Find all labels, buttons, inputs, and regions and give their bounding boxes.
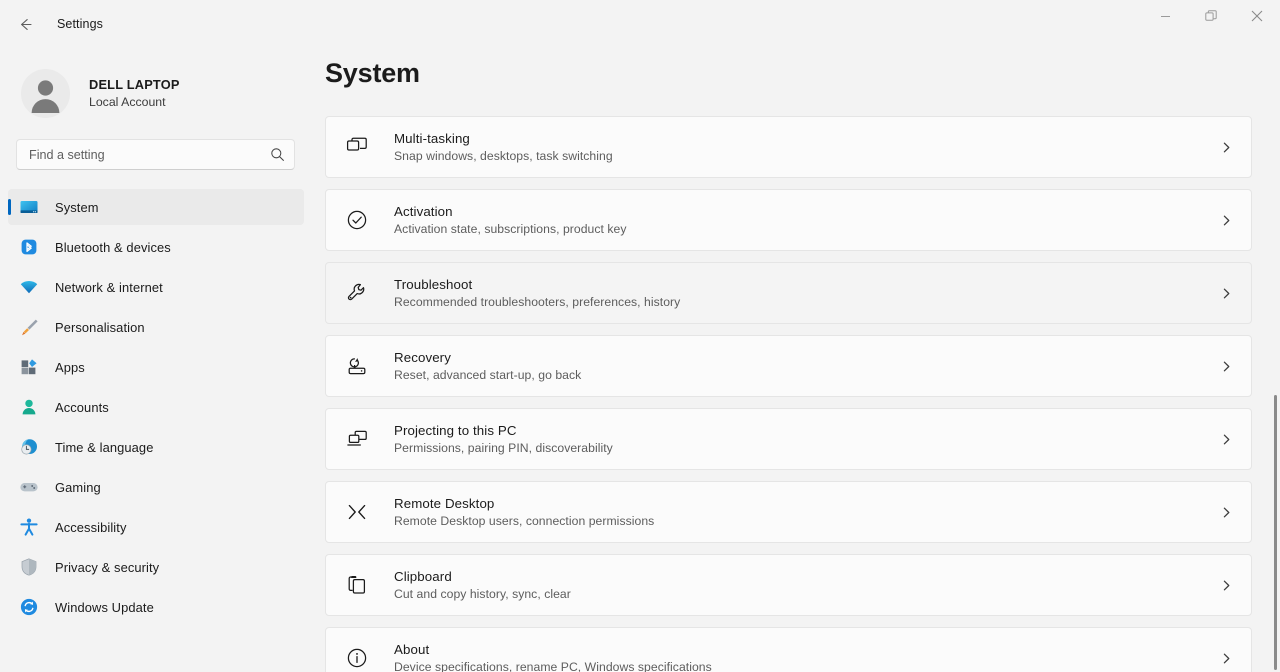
bluetooth-icon <box>19 237 39 257</box>
sidebar-item-personalisation[interactable]: Personalisation <box>8 309 304 345</box>
sidebar-item-accessibility[interactable]: Accessibility <box>8 509 304 545</box>
apps-grid-icon <box>19 357 39 377</box>
card-title: Projecting to this PC <box>394 423 1218 438</box>
accessibility-person-icon <box>19 517 39 537</box>
vertical-scrollbar[interactable] <box>1274 395 1277 670</box>
sidebar-item-network-internet[interactable]: Network & internet <box>8 269 304 305</box>
overlapping-windows-icon <box>340 130 374 164</box>
chevron-right-icon[interactable] <box>1218 579 1234 592</box>
card-title: Clipboard <box>394 569 1218 584</box>
clipboard-icon <box>340 568 374 602</box>
sidebar-item-label: Bluetooth & devices <box>55 240 171 255</box>
chevron-right-icon[interactable] <box>1218 360 1234 373</box>
card-title: Recovery <box>394 350 1218 365</box>
sidebar-item-gaming[interactable]: Gaming <box>8 469 304 505</box>
card-subtitle: Recommended troubleshooters, preferences… <box>394 295 1218 309</box>
settings-card-multi-tasking[interactable]: Multi-tasking Snap windows, desktops, ta… <box>325 116 1252 178</box>
projecting-display-icon <box>340 422 374 456</box>
settings-card-about[interactable]: About Device specifications, rename PC, … <box>325 627 1252 672</box>
page-title: System <box>325 58 1252 89</box>
settings-card-remote-desktop[interactable]: Remote Desktop Remote Desktop users, con… <box>325 481 1252 543</box>
sidebar-item-label: Network & internet <box>55 280 163 295</box>
card-subtitle: Device specifications, rename PC, Window… <box>394 660 1218 672</box>
settings-card-clipboard[interactable]: Clipboard Cut and copy history, sync, cl… <box>325 554 1252 616</box>
card-title: Troubleshoot <box>394 277 1218 292</box>
paintbrush-icon <box>19 317 39 337</box>
sidebar-item-system[interactable]: System <box>8 189 304 225</box>
profile-name: DELL LAPTOP <box>89 77 180 92</box>
sidebar-nav: System Bluetooth & devices <box>0 189 320 625</box>
gamepad-icon <box>19 477 39 497</box>
refresh-sync-icon <box>19 597 39 617</box>
sidebar-item-accounts[interactable]: Accounts <box>8 389 304 425</box>
remote-desktop-arrows-icon <box>340 495 374 529</box>
sidebar-item-label: Time & language <box>55 440 153 455</box>
person-icon <box>19 397 39 417</box>
sidebar-item-label: System <box>55 200 99 215</box>
info-circle-icon <box>340 641 374 672</box>
back-button[interactable] <box>9 8 41 40</box>
sidebar-item-windows-update[interactable]: Windows Update <box>8 589 304 625</box>
sidebar-item-bluetooth-devices[interactable]: Bluetooth & devices <box>8 229 304 265</box>
back-arrow-icon <box>17 16 34 33</box>
profile-section[interactable]: DELL LAPTOP Local Account <box>0 48 320 126</box>
card-title: Remote Desktop <box>394 496 1218 511</box>
check-circle-icon <box>340 203 374 237</box>
window-controls <box>1142 0 1280 48</box>
sidebar-item-label: Accessibility <box>55 520 127 535</box>
wifi-icon <box>19 277 39 297</box>
wrench-icon <box>340 276 374 310</box>
close-button[interactable] <box>1234 0 1280 32</box>
sidebar-item-label: Gaming <box>55 480 101 495</box>
sidebar-item-label: Personalisation <box>55 320 145 335</box>
settings-card-projecting-to-this-pc[interactable]: Projecting to this PC Permissions, pairi… <box>325 408 1252 470</box>
card-subtitle: Permissions, pairing PIN, discoverabilit… <box>394 441 1218 455</box>
main-content: System Multi-tasking Snap windows, deskt… <box>320 48 1280 672</box>
restore-button[interactable] <box>1188 0 1234 32</box>
card-title: Multi-tasking <box>394 131 1218 146</box>
clock-globe-icon <box>19 437 39 457</box>
card-subtitle: Remote Desktop users, connection permiss… <box>394 514 1218 528</box>
chevron-right-icon[interactable] <box>1218 141 1234 154</box>
search-box[interactable] <box>16 139 295 170</box>
sidebar-item-privacy-security[interactable]: Privacy & security <box>8 549 304 585</box>
profile-subtitle: Local Account <box>89 95 180 109</box>
sidebar: DELL LAPTOP Local Account <box>0 48 320 672</box>
minimize-button[interactable] <box>1142 0 1188 32</box>
window-title: Settings <box>57 17 103 31</box>
chevron-right-icon[interactable] <box>1218 433 1234 446</box>
sidebar-item-label: Windows Update <box>55 600 154 615</box>
avatar <box>21 69 70 118</box>
settings-card-activation[interactable]: Activation Activation state, subscriptio… <box>325 189 1252 251</box>
title-bar: Settings <box>0 0 1280 48</box>
close-icon <box>1251 10 1263 22</box>
restore-icon <box>1205 10 1217 22</box>
settings-card-list: Multi-tasking Snap windows, desktops, ta… <box>325 116 1252 672</box>
monitor-icon <box>19 197 39 217</box>
chevron-right-icon[interactable] <box>1218 652 1234 665</box>
chevron-right-icon[interactable] <box>1218 506 1234 519</box>
sidebar-item-label: Accounts <box>55 400 109 415</box>
card-subtitle: Reset, advanced start-up, go back <box>394 368 1218 382</box>
sidebar-item-apps[interactable]: Apps <box>8 349 304 385</box>
card-subtitle: Activation state, subscriptions, product… <box>394 222 1218 236</box>
settings-card-troubleshoot[interactable]: Troubleshoot Recommended troubleshooters… <box>325 262 1252 324</box>
card-title: Activation <box>394 204 1218 219</box>
chevron-right-icon[interactable] <box>1218 214 1234 227</box>
search-input[interactable] <box>29 148 270 162</box>
card-subtitle: Snap windows, desktops, task switching <box>394 149 1218 163</box>
sidebar-item-time-language[interactable]: Time & language <box>8 429 304 465</box>
search-icon[interactable] <box>270 147 285 162</box>
card-subtitle: Cut and copy history, sync, clear <box>394 587 1218 601</box>
sidebar-item-label: Apps <box>55 360 85 375</box>
card-title: About <box>394 642 1218 657</box>
recovery-drive-icon <box>340 349 374 383</box>
settings-card-recovery[interactable]: Recovery Reset, advanced start-up, go ba… <box>325 335 1252 397</box>
person-avatar-icon <box>21 69 70 118</box>
chevron-right-icon[interactable] <box>1218 287 1234 300</box>
minimize-icon <box>1160 11 1171 22</box>
shield-icon <box>19 557 39 577</box>
sidebar-item-label: Privacy & security <box>55 560 159 575</box>
